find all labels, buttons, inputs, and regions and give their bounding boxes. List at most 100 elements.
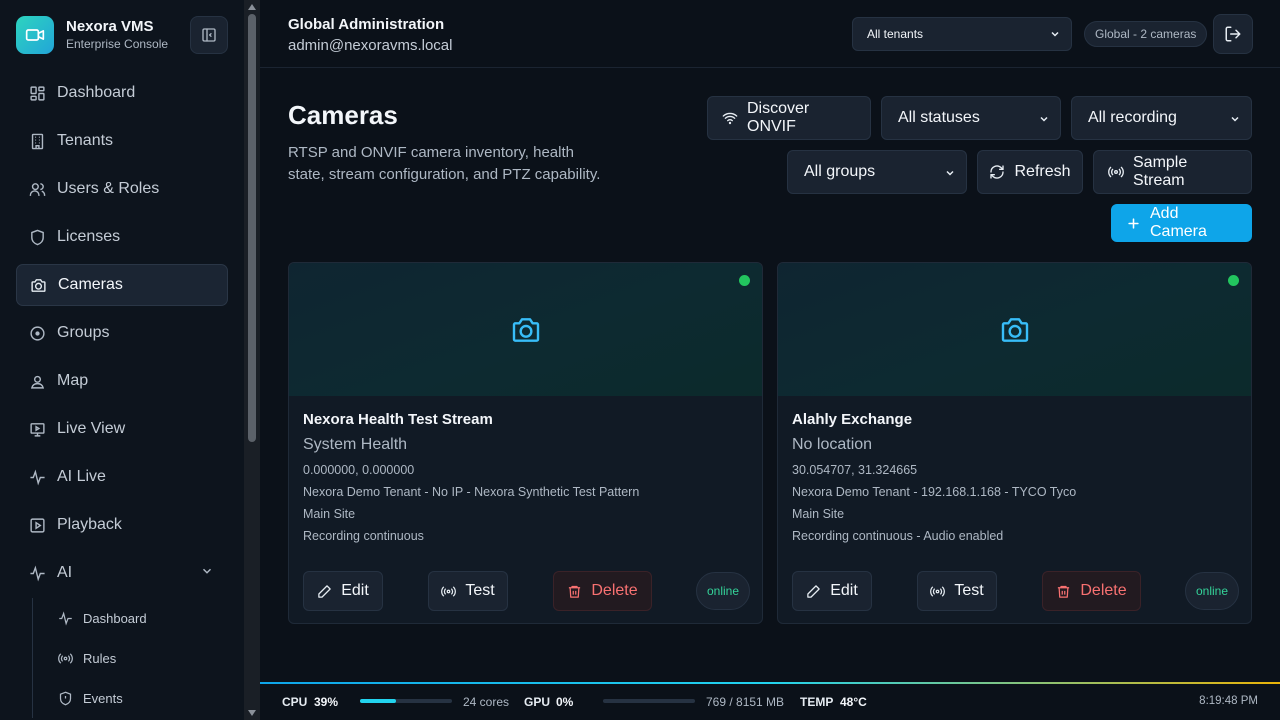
add-camera-button[interactable]: Add Camera — [1111, 204, 1252, 242]
sidebar-nav: Dashboard Tenants Users & Roles Licenses… — [16, 72, 228, 600]
sidebar-item-label: Playback — [57, 516, 122, 533]
sidebar-item-ai[interactable]: AI — [16, 552, 228, 594]
refresh-icon — [989, 164, 1005, 180]
edit-label: Edit — [830, 582, 858, 599]
sidebar-scrollbar[interactable] — [244, 0, 260, 720]
temp-label: TEMP — [800, 695, 834, 709]
brand-name: Nexora VMS — [66, 18, 154, 35]
dashboard-icon — [28, 84, 46, 102]
sidebar-item-users-roles[interactable]: Users & Roles — [16, 168, 228, 210]
sidebar-item-groups[interactable]: Groups — [16, 312, 228, 354]
camera-details: Nexora Demo Tenant - 192.168.1.168 - TYC… — [792, 485, 1077, 499]
broadcast-icon — [441, 584, 457, 599]
test-button[interactable]: Test — [428, 571, 508, 611]
logout-button[interactable] — [1213, 14, 1253, 54]
camera-site: Main Site — [792, 507, 845, 521]
delete-button[interactable]: Delete — [553, 571, 652, 611]
gpu-label: GPU — [524, 695, 551, 709]
status-badge: online — [696, 572, 750, 610]
sidebar-item-dashboard[interactable]: Dashboard — [16, 72, 228, 114]
gpu-memory: 769 / 8151 MB — [706, 695, 785, 709]
chevron-down-icon — [1049, 28, 1061, 43]
panel-left-icon — [202, 28, 216, 42]
sidebar-item-ai-live[interactable]: AI Live — [16, 456, 228, 498]
status-filter-select[interactable]: All statuses — [881, 96, 1061, 140]
online-status-dot — [1228, 275, 1239, 286]
recording-filter-select[interactable]: All recording — [1071, 96, 1252, 140]
sidebar-item-label: Live View — [57, 420, 126, 437]
header-title: Global Administration — [288, 16, 445, 33]
camera-location: System Health — [303, 436, 408, 453]
video-camera-icon — [16, 16, 54, 54]
sidebar-item-tenants[interactable]: Tenants — [16, 120, 228, 162]
system-status-bar: CPU 39% 24 cores GPU 0% 769 / 8151 MB TE… — [260, 682, 1280, 720]
sidebar: Nexora VMS Enterprise Console Dashboard … — [0, 0, 244, 720]
group-filter-select[interactable]: All groups — [787, 150, 967, 194]
sidebar-collapse-button[interactable] — [190, 16, 228, 54]
activity-icon — [57, 610, 73, 626]
tenant-select[interactable]: All tenants — [852, 17, 1072, 51]
sidebar-item-licenses[interactable]: Licenses — [16, 216, 228, 258]
refresh-button[interactable]: Refresh — [977, 150, 1083, 194]
logout-icon — [1225, 26, 1241, 42]
online-status-dot — [739, 275, 750, 286]
sidebar-item-label: Dashboard — [57, 84, 136, 101]
sidebar-item-map[interactable]: Map — [16, 360, 228, 402]
map-pin-icon — [28, 372, 46, 390]
group-filter-value: All groups — [804, 163, 876, 180]
ai-subnav: Dashboard Rules Events — [32, 598, 228, 718]
cpu-usage-fill — [360, 699, 396, 703]
gpu-value: 0% — [556, 695, 574, 709]
temp-value: 48°C — [840, 695, 867, 709]
broadcast-icon — [57, 650, 73, 666]
cpu-usage-bar — [360, 699, 452, 703]
camera-name: Nexora Health Test Stream — [303, 411, 493, 428]
camera-card[interactable]: Alahly Exchange No location 30.054707, 3… — [777, 262, 1252, 624]
camera-icon — [29, 276, 47, 294]
camera-details: Nexora Demo Tenant - No IP - Nexora Synt… — [303, 485, 640, 499]
subnav-label: Events — [83, 690, 123, 706]
scroll-down-arrow[interactable] — [248, 710, 256, 716]
test-label: Test — [954, 582, 984, 599]
camera-recording: Recording continuous — [303, 529, 424, 543]
camera-icon — [1001, 317, 1028, 342]
sidebar-subitem-events[interactable]: Events — [33, 678, 228, 718]
sample-stream-button[interactable]: Sample Stream — [1093, 150, 1252, 194]
sidebar-item-live-view[interactable]: Live View — [16, 408, 228, 450]
header-user-email: admin@nexoravms.local — [288, 37, 453, 54]
subnav-label: Dashboard — [83, 610, 147, 626]
target-icon — [28, 324, 46, 342]
status-badge: online — [1185, 572, 1239, 610]
camera-location: No location — [792, 436, 873, 453]
trash-icon — [567, 584, 582, 599]
wifi-icon — [722, 110, 738, 126]
chevron-down-icon — [1038, 112, 1050, 130]
test-button[interactable]: Test — [917, 571, 997, 611]
subnav-label: Rules — [83, 650, 117, 666]
discover-onvif-button[interactable]: Discover ONVIF — [707, 96, 871, 140]
sidebar-item-cameras[interactable]: Cameras — [16, 264, 228, 306]
camera-card[interactable]: Nexora Health Test Stream System Health … — [288, 262, 763, 624]
sidebar-subitem-ai-dashboard[interactable]: Dashboard — [33, 598, 228, 638]
chevron-down-icon — [944, 166, 956, 184]
play-square-icon — [28, 516, 46, 534]
status-filter-value: All statuses — [898, 109, 980, 126]
cpu-value: 39% — [314, 695, 339, 709]
shield-icon — [28, 228, 46, 246]
scroll-up-arrow[interactable] — [248, 4, 256, 10]
edit-button[interactable]: Edit — [303, 571, 383, 611]
building-icon — [28, 132, 46, 150]
edit-label: Edit — [341, 582, 369, 599]
sidebar-item-label: Licenses — [57, 228, 121, 245]
page-description: RTSP and ONVIF camera inventory, health … — [288, 144, 601, 183]
sidebar-item-playback[interactable]: Playback — [16, 504, 228, 546]
page-title: Cameras — [288, 100, 398, 130]
delete-button[interactable]: Delete — [1042, 571, 1141, 611]
edit-button[interactable]: Edit — [792, 571, 872, 611]
camera-name: Alahly Exchange — [792, 411, 913, 428]
chevron-down-icon — [1229, 112, 1241, 130]
users-icon — [28, 180, 46, 198]
monitor-icon — [28, 420, 46, 438]
sidebar-subitem-rules[interactable]: Rules — [33, 638, 228, 678]
scroll-thumb[interactable] — [248, 14, 256, 442]
